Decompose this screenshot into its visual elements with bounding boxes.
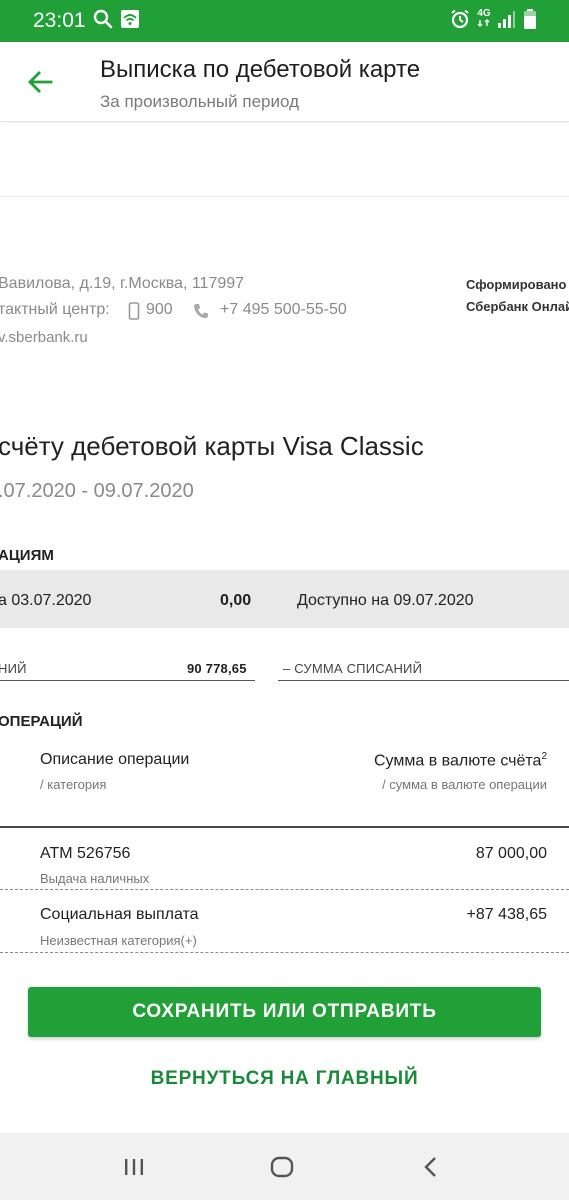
bank-address: Вавилова, д.19, г.Москва, 117997 [0,275,245,292]
statement-heading: счёту дебетовой карты Visa Classic [0,431,424,461]
available-balance-label: Доступно на 09.07.2020 [297,592,474,609]
footnote-marker: 2 [541,751,547,762]
wifi-icon [120,8,140,30]
system-nav-bar [0,1133,569,1200]
app-bar: Выписка по дебетовой карте За произвольн… [0,42,569,122]
credits-label: НИЙ [0,661,27,676]
operation-title: ATM 526756 [40,845,131,862]
column-amount-header: Сумма в валюте счёта2 [374,751,547,770]
opening-balance-label: а 03.07.2020 [0,592,92,609]
statement-period: .07.2020 - 09.07.2020 [0,480,194,502]
operation-amount: +87 438,65 [466,906,547,923]
column-description-subheader: / категория [40,777,107,792]
column-description-header: Описание операции [40,751,190,768]
phone-icon [192,302,210,325]
alarm-icon [449,8,471,30]
save-or-send-button[interactable]: СОХРАНИТЬ ИЛИ ОТПРАВИТЬ [28,987,541,1037]
debits-underline [278,680,569,681]
status-bar: 23:01 4G [0,0,569,42]
contact-center-label: тактный центр: [0,301,110,318]
debits-label: – СУММА СПИСАНИЙ [283,661,423,676]
phone-short: 900 [146,301,173,318]
signal-icon [497,8,515,30]
status-time: 23:01 [33,9,86,32]
formed-by-source: Сбербанк Онлай [466,299,569,314]
return-to-main-button[interactable]: ВЕРНУТЬСЯ НА ГЛАВНЫЙ [28,1056,541,1102]
statement-document[interactable]: Вавилова, д.19, г.Москва, 117997 тактный… [0,197,569,965]
credits-value: 90 778,65 [187,661,247,676]
operation-amount: 87 000,00 [475,845,547,862]
phone-long: +7 495 500-55-50 [220,301,347,318]
table-header-rule [0,826,569,828]
row-divider [0,889,569,890]
network-type-indicator: 4G [477,9,491,27]
recent-apps-icon [125,1159,143,1175]
page-title: Выписка по дебетовой карте [100,56,421,83]
operations-summary-section: АЦИЯМ [0,547,54,564]
formed-by-label: Сформировано [466,277,567,292]
column-amount-label: Сумма в валюте счёта [373,752,542,770]
arrow-left-icon [28,71,53,93]
battery-icon [523,8,537,30]
operations-list-section: ОПЕРАЦИЙ [0,713,83,730]
operation-title: Социальная выплата [40,906,199,923]
opening-balance-value: 0,00 [220,592,252,609]
page-subtitle: За произвольный период [100,92,299,111]
operation-category: Выдача наличных [40,871,150,886]
operation-category: Неизвестная категория(+) [40,933,197,948]
chevron-left-icon [424,1157,436,1177]
credits-underline [0,680,255,681]
back-nav-button[interactable] [411,1149,451,1185]
home-button[interactable] [262,1149,302,1185]
back-button[interactable] [20,64,60,100]
recent-apps-button[interactable] [114,1149,154,1185]
row-divider [0,952,569,953]
column-amount-subheader: / сумма в валюте операции [382,777,547,792]
bank-website: v.sberbank.ru [0,329,88,346]
mobile-phone-icon [128,302,140,325]
search-icon [92,8,114,30]
home-icon [270,1156,294,1178]
